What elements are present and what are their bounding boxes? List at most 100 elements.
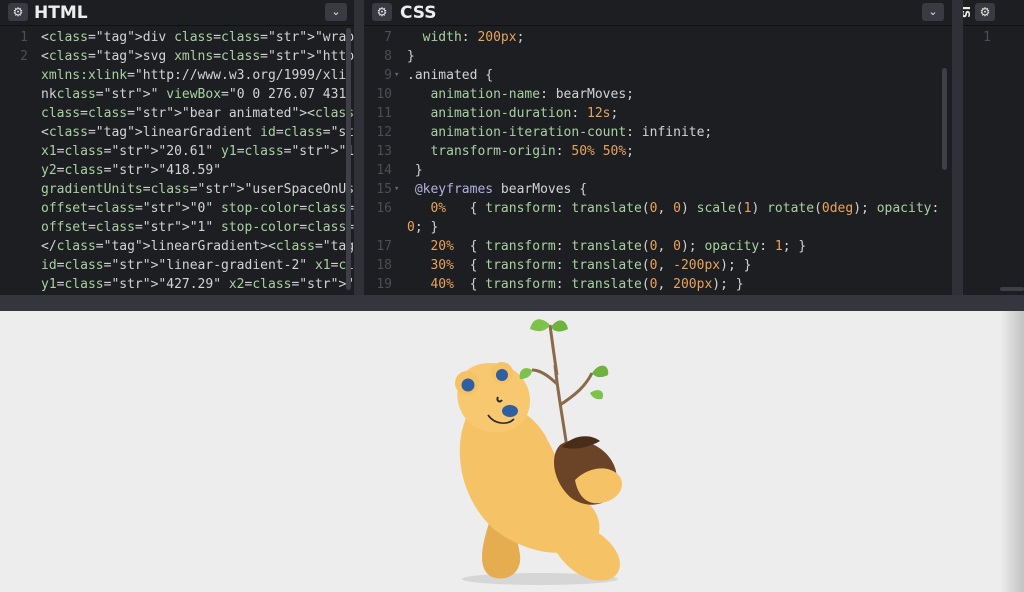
line-text: offset=class="str">"0" stop-color=class=… — [41, 201, 354, 216]
html-code-area[interactable]: 1 <class="tag">div class=class="str">"wra… — [0, 28, 354, 295]
leaf-lower-right — [590, 390, 604, 400]
code-line[interactable]: class=class="str">"bear animated"><class… — [0, 104, 354, 123]
line-number: 9 — [384, 68, 392, 83]
html-editor-pane: ⚙ HTML ⌄ 1 <class="tag">div class=class="… — [0, 0, 354, 295]
line-text: y1=class="str">"427.29" x2=class="str">"… — [41, 277, 354, 292]
css-pane-title: CSS — [400, 3, 437, 23]
line-number: 15 — [376, 182, 392, 197]
code-line[interactable]: 9 ▾ .animated { — [364, 66, 952, 85]
code-line[interactable]: <class="tag">linearGradient id=class="st… — [0, 123, 354, 142]
css-editor-pane: ⚙ CSS ⌄ 7 width: 200px; 8} 9 ▾ .animated {10… — [364, 0, 952, 295]
bear-right-ear-inner — [496, 369, 508, 381]
line-text: gradientUnits=class="str">"userSpaceOnUs… — [41, 182, 354, 197]
line-text: 0% { transform: translate(0, 0) scale(1)… — [430, 201, 940, 216]
line-text: transform-origin: 50% 50%; — [430, 144, 634, 159]
line-text: y2=class="str">"418.59" — [41, 163, 222, 178]
line-number: 8 — [384, 49, 392, 64]
js-code-area[interactable]: 1 — [963, 28, 1024, 295]
html-pane-title: HTML — [34, 3, 88, 23]
line-text: <class="tag">linearGradient id=class="st… — [41, 125, 354, 140]
code-line[interactable]: 17 20% { transform: translate(0, 0); opa… — [364, 237, 952, 256]
line-number: 7 — [384, 30, 392, 45]
leaf-top-right — [551, 320, 568, 332]
code-line[interactable]: 2 <class="tag">svg xmlns=class="str">"htt… — [0, 47, 354, 66]
fold-toggle-icon[interactable]: ▾ — [394, 180, 399, 199]
line-text: } — [407, 163, 423, 178]
code-line[interactable]: 16 0% { transform: translate(0, 0) scale… — [364, 199, 952, 218]
line-text: <class="tag">div class=class="str">"wrap… — [41, 30, 354, 45]
leaf-top-left — [530, 319, 550, 332]
code-line[interactable]: gradientUnits=class="str">"userSpaceOnUs… — [0, 180, 354, 199]
code-line[interactable]: 0; } — [364, 218, 952, 237]
js-pane-title: JS — [963, 6, 972, 19]
code-line[interactable]: y1=class="str">"427.29" x2=class="str">"… — [0, 275, 354, 294]
code-line[interactable]: nkclass="str">" viewBox="0 0 276.07 431.… — [0, 85, 354, 104]
code-line[interactable]: id=class="str">"linear-gradient-2" x1=cl… — [0, 256, 354, 275]
code-line[interactable]: 12 animation-iteration-count: infinite; — [364, 123, 952, 142]
bear-nose — [502, 405, 518, 417]
code-line[interactable]: </class="tag">linearGradient><class="tag… — [0, 237, 354, 256]
line-text: </class="tag">linearGradient><class="tag… — [41, 239, 354, 254]
line-text: <class="tag">svg xmlns=class="str">"http… — [41, 49, 354, 64]
code-line[interactable]: x1=class="str">"20.61" y1=class="str">"1… — [0, 142, 354, 161]
line-text: 30% { transform: translate(0, -200px); } — [430, 258, 752, 273]
code-line[interactable]: 19 40% { transform: translate(0, 200px);… — [364, 275, 952, 294]
line-text: width: 200px; — [422, 30, 525, 45]
code-line[interactable]: 11 animation-duration: 12s; — [364, 104, 952, 123]
line-number: 12 — [376, 125, 392, 140]
html-settings-gear-icon[interactable]: ⚙ — [8, 3, 28, 21]
css-collapse-chevron-icon[interactable]: ⌄ — [922, 3, 944, 21]
code-line[interactable]: xmlns:xlink="http://www.w3.org/1999/xli — [0, 66, 354, 85]
line-number: 17 — [376, 239, 392, 254]
bear-front-leg — [545, 520, 620, 581]
html-css-resize-handle[interactable] — [354, 0, 364, 298]
code-line[interactable]: offset=class="str">"0" stop-color=class=… — [0, 199, 354, 218]
code-line[interactable]: 14 } — [364, 161, 952, 180]
code-line[interactable]: 8} — [364, 47, 952, 66]
bear-left-ear-inner — [461, 378, 475, 392]
line-number: 19 — [376, 277, 392, 292]
fold-toggle-icon[interactable]: ▾ — [394, 66, 399, 85]
line-text: } — [407, 49, 415, 64]
html-scrollbar[interactable] — [346, 28, 351, 290]
code-line[interactable]: 15 ▾ @keyframes bearMoves { — [364, 180, 952, 199]
line-text: .animated { — [407, 68, 494, 83]
bear-illustration — [455, 319, 622, 585]
line-text: nkclass="str">" viewBox="0 0 276.07 431.… — [41, 87, 354, 102]
line-text: animation-iteration-count: infinite; — [430, 125, 713, 140]
result-preview — [0, 311, 1024, 592]
line-text: @keyframes bearMoves { — [414, 182, 588, 197]
line-text: id=class="str">"linear-gradient-2" x1=cl… — [41, 258, 354, 273]
line-number: 11 — [376, 106, 392, 121]
css-js-resize-handle[interactable] — [952, 0, 963, 298]
code-line[interactable]: 1 <class="tag">div class=class="str">"wra… — [0, 28, 354, 47]
preview-resize-bar[interactable] — [0, 295, 1024, 311]
line-number: 2 — [20, 49, 28, 64]
html-collapse-chevron-icon[interactable]: ⌄ — [325, 3, 347, 21]
css-scrollbar[interactable] — [942, 68, 947, 170]
code-line[interactable]: 13 transform-origin: 50% 50%; — [364, 142, 952, 161]
code-line[interactable]: 1 — [963, 28, 1024, 47]
preview-edge-shadow — [1000, 311, 1024, 592]
leaf-right — [592, 365, 609, 378]
js-pane-header: JS ⚙ — [963, 0, 1024, 26]
code-line[interactable]: 10 animation-name: bearMoves; — [364, 85, 952, 104]
line-text: class=class="str">"bear animated"><class… — [41, 106, 354, 121]
code-line[interactable]: y2=class="str">"418.59" — [0, 161, 354, 180]
line-number: 13 — [376, 144, 392, 159]
line-text: 20% { transform: translate(0, 0); opacit… — [430, 239, 807, 254]
js-settings-gear-icon[interactable]: ⚙ — [975, 3, 995, 21]
code-line[interactable]: 18 30% { transform: translate(0, -200px)… — [364, 256, 952, 275]
line-text: xmlns:xlink="http://www.w3.org/1999/xli — [41, 68, 347, 83]
line-text: 40% { transform: translate(0, 200px); } — [430, 277, 744, 292]
line-text: offset=class="str">"1" stop-color=class=… — [41, 220, 354, 235]
code-line[interactable]: 7 width: 200px; — [364, 28, 952, 47]
code-line[interactable]: offset=class="str">"1" stop-color=class=… — [0, 218, 354, 237]
line-number: 10 — [376, 87, 392, 102]
css-settings-gear-icon[interactable]: ⚙ — [372, 3, 392, 21]
line-number: 1 — [983, 30, 991, 45]
code-editors: ⚙ HTML ⌄ 1 <class="tag">div class=class="… — [0, 0, 1024, 298]
js-scrollbar[interactable] — [1000, 287, 1024, 291]
line-number: 16 — [376, 201, 392, 216]
css-code-area[interactable]: 7 width: 200px; 8} 9 ▾ .animated {10 animati… — [364, 28, 952, 295]
